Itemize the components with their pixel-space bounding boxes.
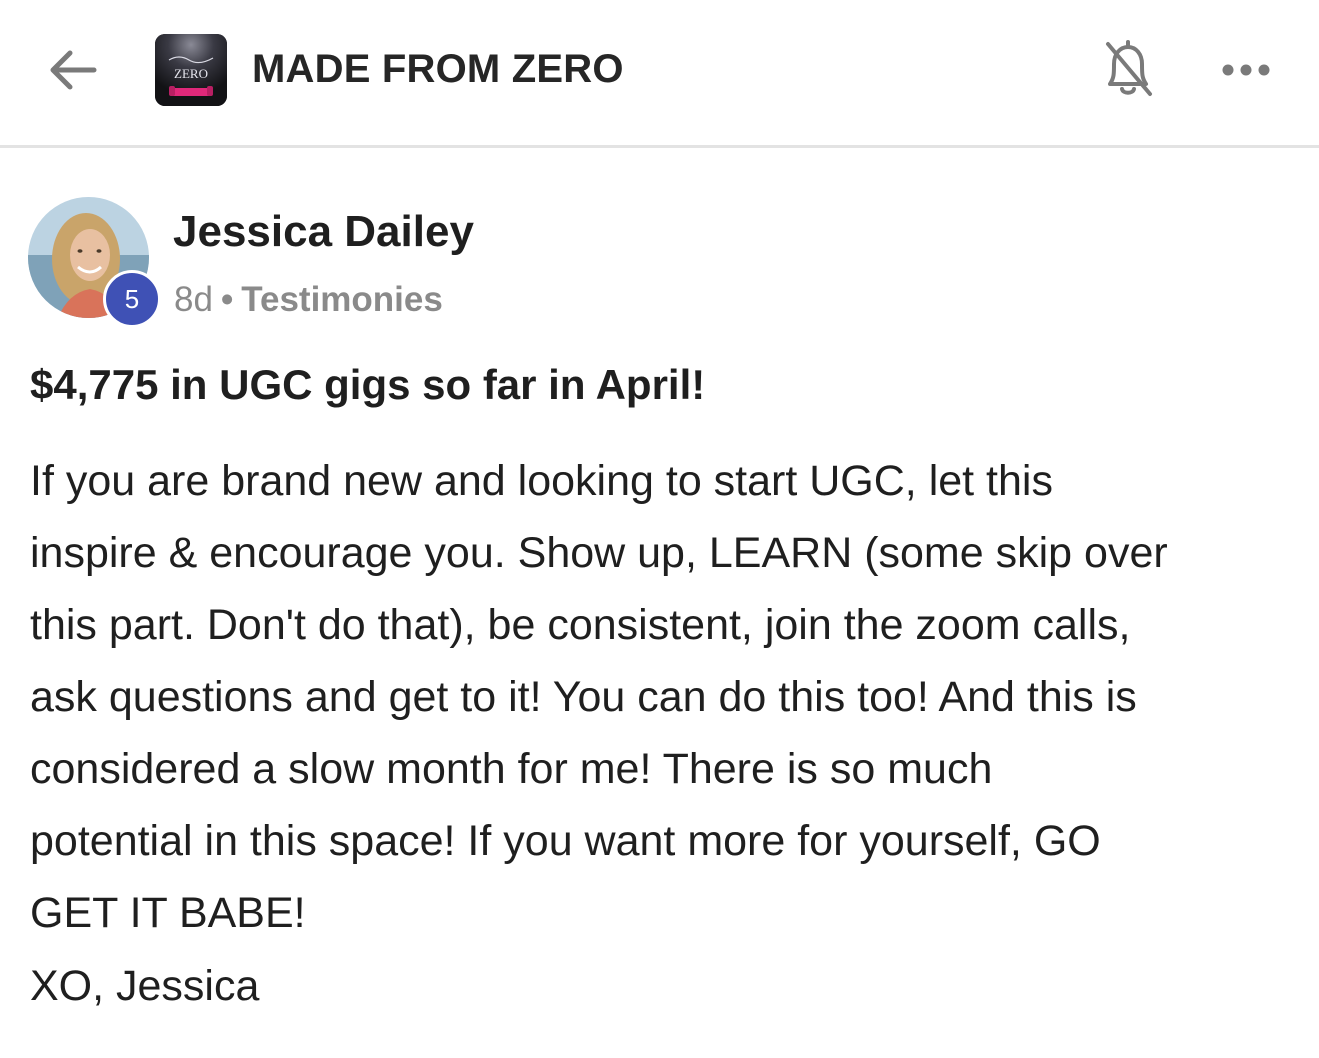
post-age: 8d [174, 279, 213, 319]
post-sign-off: XO, Jessica [30, 962, 260, 1010]
group-logo[interactable]: ZERO [155, 34, 227, 106]
author-name[interactable]: Jessica Dailey [173, 205, 474, 259]
post-body: If you are brand new and looking to star… [30, 445, 1300, 949]
level-badge: 5 [103, 270, 161, 328]
group-logo-image: ZERO [155, 34, 227, 106]
post-title: $4,775 in UGC gigs so far in April! [30, 361, 706, 408]
post-meta: 8d • Testimonies [174, 276, 443, 320]
post-body-line: inspire & encourage you. Show up, LEARN … [30, 529, 1168, 577]
more-horizontal-icon [1222, 64, 1270, 76]
svg-text:ZERO: ZERO [174, 66, 208, 81]
meta-separator: • [220, 279, 234, 319]
bell-off-icon [1106, 40, 1152, 96]
post-body-line: GET IT BABE! [30, 889, 306, 937]
group-title: MADE FROM ZERO [252, 47, 624, 91]
more-options-button[interactable] [1212, 48, 1284, 92]
arrow-left-icon [50, 50, 97, 90]
post-body-line: ask questions and get to it! You can do … [30, 673, 1137, 721]
post-category-link[interactable]: Testimonies [241, 280, 443, 319]
post-body-line: potential in this space! If you want mor… [30, 817, 1101, 865]
post-body-line: If you are brand new and looking to star… [30, 457, 1053, 505]
post-body-line: considered a slow month for me! There is… [30, 745, 993, 793]
post-body-line: this part. Don't do that), be consistent… [30, 601, 1131, 649]
app-header: ZERO MADE FROM ZERO [0, 0, 1319, 148]
notifications-toggle-button[interactable] [1096, 34, 1160, 104]
back-button[interactable] [40, 40, 104, 100]
author-avatar-group: 5 [28, 197, 162, 331]
